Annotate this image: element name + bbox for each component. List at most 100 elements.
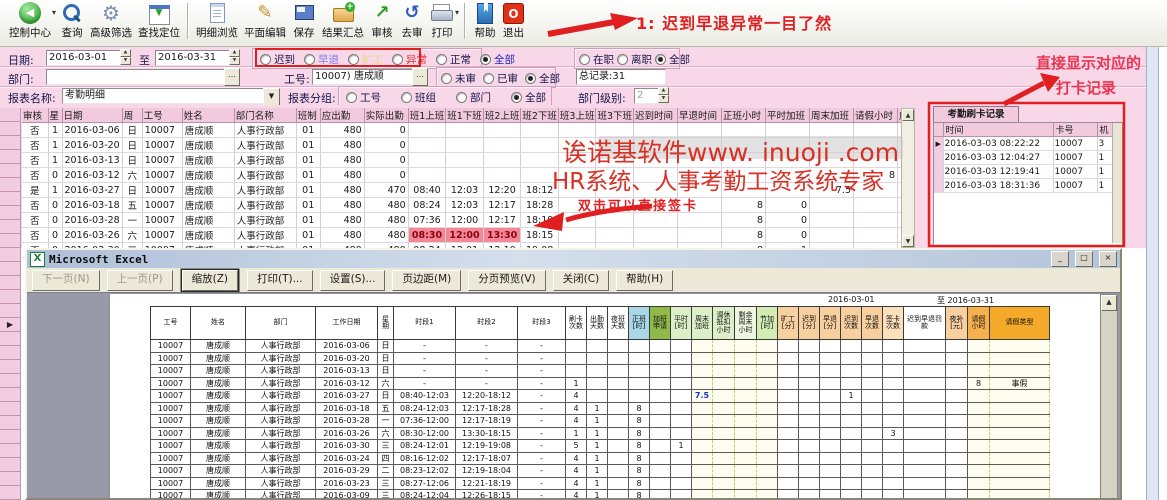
column-header[interactable]: 部门名称 [234, 108, 296, 123]
column-header[interactable]: 正班[时] [629, 307, 650, 340]
cell[interactable]: 10007 [142, 213, 182, 228]
cell[interactable]: 1 [48, 153, 62, 168]
cell[interactable]: 0 [766, 228, 810, 243]
row-header-cell[interactable] [0, 472, 21, 486]
column-header[interactable]: 机 [1097, 123, 1112, 137]
column-header[interactable]: 夜班天数 [608, 307, 629, 340]
row-selector[interactable]: ▶ [934, 137, 943, 151]
cell[interactable]: 六 [122, 168, 142, 183]
cell[interactable]: 8 [722, 213, 766, 228]
cell[interactable]: 六 [122, 228, 142, 243]
column-header[interactable]: 迟到[分] [799, 307, 820, 340]
cell[interactable] [634, 183, 678, 198]
cell[interactable] [596, 123, 634, 138]
cell[interactable]: 日 [122, 138, 142, 153]
radio-工号[interactable]: 工号 [346, 90, 381, 105]
row-header-cell[interactable] [0, 332, 21, 346]
cell[interactable]: 480 [320, 168, 364, 183]
cell[interactable]: 唐成顺 [182, 198, 234, 213]
cell[interactable]: 480 [364, 213, 408, 228]
cell[interactable] [854, 123, 898, 138]
scroll-up-icon[interactable]: ▲ [902, 109, 914, 121]
cell[interactable]: 10007 [1053, 151, 1097, 165]
cell[interactable]: 10007 [142, 168, 182, 183]
cell[interactable] [558, 153, 596, 168]
cell[interactable]: 0 [48, 213, 62, 228]
row-selector[interactable] [934, 151, 943, 165]
excel-button-z[interactable]: 缩放(Z) [182, 270, 238, 291]
cell[interactable] [810, 138, 854, 153]
cell[interactable] [596, 213, 634, 228]
cell[interactable]: 人事行政部 [234, 183, 296, 198]
cell[interactable]: 2016-03-03 08:22:22 [943, 137, 1053, 151]
column-header[interactable]: 夜补[元] [946, 307, 968, 340]
cell[interactable]: 07:36 [408, 213, 446, 228]
cell[interactable] [810, 228, 854, 243]
column-header[interactable]: 早退[分] [820, 307, 841, 340]
cell[interactable]: 2016-03-28 [62, 213, 122, 228]
cell[interactable]: 否 [22, 123, 48, 138]
cell[interactable] [722, 123, 766, 138]
radio-已审[interactable]: 已审 [483, 71, 518, 86]
dept-input[interactable] [46, 69, 228, 85]
column-header[interactable]: 班3下班 [596, 108, 634, 123]
cell[interactable]: 480 [320, 183, 364, 198]
cell[interactable]: 2016-03-13 [62, 153, 122, 168]
cell[interactable]: 18:15 [521, 228, 559, 243]
row-header-cell[interactable] [0, 248, 21, 262]
cell[interactable]: 0 [364, 123, 408, 138]
cell[interactable]: 1 [48, 138, 62, 153]
cell[interactable] [483, 168, 521, 183]
scroll-down-icon[interactable]: ▼ [902, 235, 914, 247]
row-header-cell[interactable] [0, 234, 21, 248]
dropdown-caret-icon[interactable]: ▾ [455, 8, 459, 40]
cell[interactable]: 8 [722, 198, 766, 213]
cell[interactable] [634, 213, 678, 228]
cell[interactable]: 唐成顺 [182, 183, 234, 198]
cell[interactable]: 日 [122, 183, 142, 198]
cell[interactable]: 唐成顺 [182, 213, 234, 228]
cell[interactable] [408, 153, 446, 168]
cell[interactable] [678, 198, 722, 213]
cell[interactable]: 12:00 [446, 213, 484, 228]
excel-button-v[interactable]: 分页预览(V) [468, 270, 545, 291]
column-header[interactable]: 刷卡次数 [566, 307, 587, 340]
column-header[interactable]: 审核 [22, 108, 48, 123]
cell[interactable]: 人事行政部 [234, 123, 296, 138]
column-header[interactable]: 班2下班 [521, 108, 559, 123]
cell[interactable]: 0 [364, 153, 408, 168]
cell[interactable]: 01 [296, 168, 320, 183]
excel-button-t[interactable]: 打印(T)... [247, 270, 313, 291]
radio-全部[interactable]: 全部 [480, 52, 515, 67]
cell[interactable]: 01 [296, 198, 320, 213]
cell[interactable] [810, 213, 854, 228]
cell[interactable] [810, 153, 854, 168]
toolbar-button-detail[interactable]: 明细浏览 [193, 0, 241, 40]
cell[interactable]: 0 [48, 198, 62, 213]
column-header[interactable]: 时段1 [394, 307, 456, 340]
cell[interactable]: 480 [320, 213, 364, 228]
column-header[interactable]: 加班申请 [650, 307, 671, 340]
empno-input[interactable]: 10007) 唐成顺 [312, 69, 416, 85]
radio-全部[interactable]: 全部 [655, 52, 690, 67]
cell[interactable]: 0 [48, 168, 62, 183]
cell[interactable] [854, 153, 898, 168]
cell[interactable]: 12:00 [446, 228, 484, 243]
cell[interactable] [678, 153, 722, 168]
cell[interactable]: 唐成顺 [182, 153, 234, 168]
column-header[interactable]: 姓名 [182, 108, 234, 123]
cell[interactable] [558, 138, 596, 153]
toolbar-button-control-center[interactable]: ◀控制中心 [6, 0, 54, 40]
radio-早退[interactable]: 早退 [304, 52, 339, 67]
cell[interactable]: 0 [364, 138, 408, 153]
column-header[interactable]: 工号 [151, 307, 191, 340]
cell[interactable]: 1 [48, 123, 62, 138]
row-header-cell[interactable] [0, 486, 21, 500]
row-selector-strip[interactable]: ▶ [0, 108, 21, 500]
column-header[interactable]: 工作日期 [316, 307, 378, 340]
radio-离职[interactable]: 离职 [617, 52, 652, 67]
cell[interactable] [596, 168, 634, 183]
maximize-icon[interactable]: □ [1075, 251, 1093, 267]
column-header[interactable]: 姓名 [191, 307, 246, 340]
radio-部门[interactable]: 部门 [456, 90, 491, 105]
